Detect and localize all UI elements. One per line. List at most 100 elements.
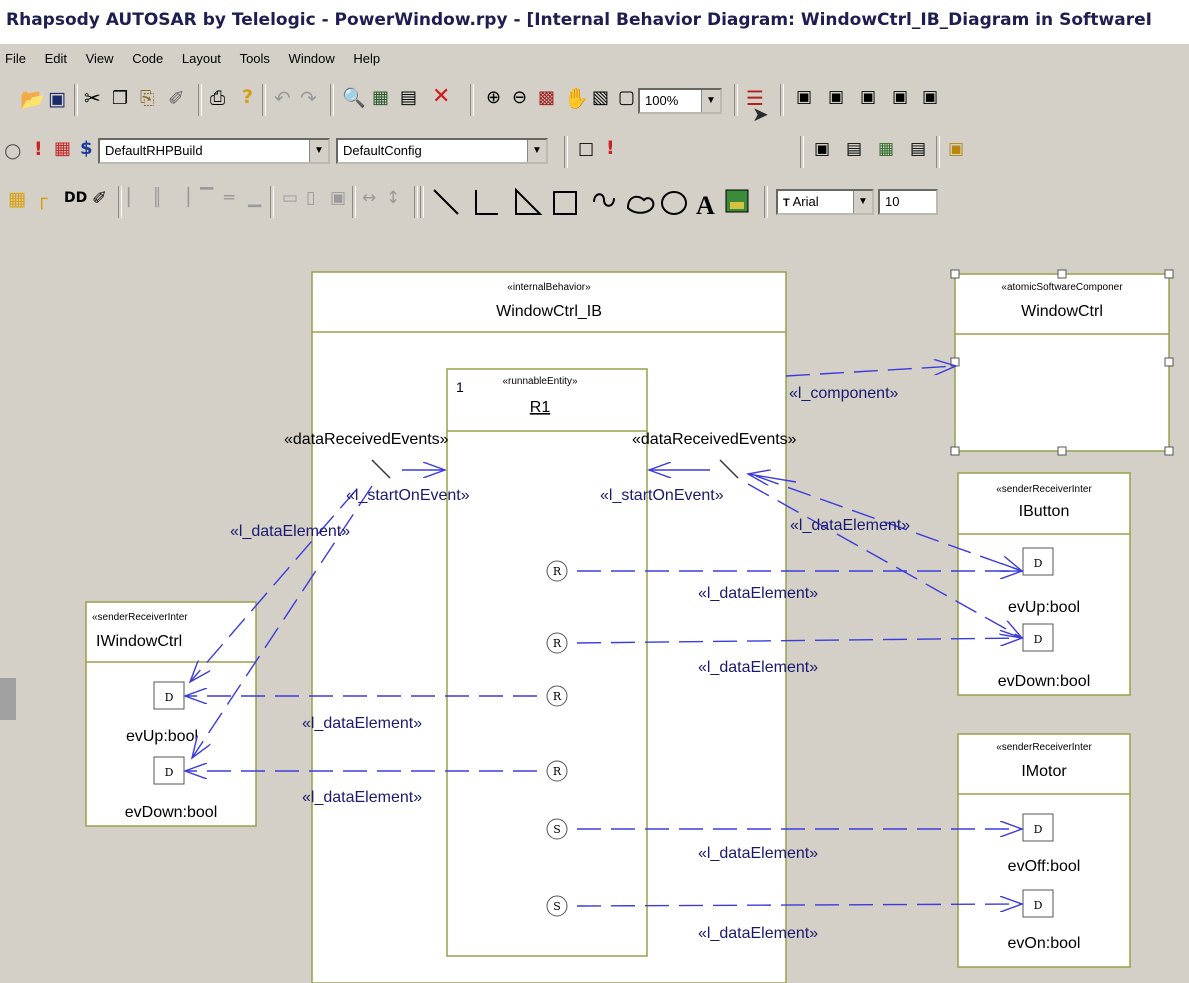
window-icon[interactable]: ▣ xyxy=(948,141,964,158)
chevron-down-icon[interactable]: ▼ xyxy=(527,140,546,162)
ibutton-element-evdown: evDown:bool xyxy=(998,673,1091,690)
save-icon[interactable]: ▣ xyxy=(48,90,66,109)
iwindowctrl-element-evup: evUp:bool xyxy=(126,728,198,745)
toolbar-separator xyxy=(734,84,738,116)
diagram-view-1-icon[interactable]: ▣ xyxy=(796,89,812,106)
stop-icon[interactable]: ○ xyxy=(4,140,21,160)
diagram-canvas[interactable]: «internalBehavior» WindowCtrl_IB 1 «runn… xyxy=(20,226,1189,983)
output-icon[interactable]: ▤ xyxy=(910,141,926,158)
build-icon[interactable]: ! xyxy=(34,140,43,159)
interface-ibutton[interactable]: «senderReceiverInter IButton D evUp:bool… xyxy=(957,472,1131,696)
toolbar-separator xyxy=(352,186,356,218)
menu-bar: File Edit View Code Layout Tools Window … xyxy=(0,44,1189,74)
overview-icon[interactable]: ▢ xyxy=(618,89,635,107)
space-vertical-icon[interactable]: ↕ xyxy=(386,190,400,207)
space-horizontal-icon[interactable]: ↔ xyxy=(362,190,376,207)
diagram-view-5-icon[interactable]: ▣ xyxy=(922,89,938,106)
diagram-view-2-icon[interactable]: ▣ xyxy=(828,89,844,106)
rectangle-tool-icon[interactable] xyxy=(553,191,577,215)
menu-tools[interactable]: Tools xyxy=(240,44,270,74)
same-width-icon[interactable]: ▭ xyxy=(282,190,298,207)
browser-icon[interactable]: ▤ xyxy=(400,89,417,107)
zoom-area-icon[interactable]: ▧ xyxy=(592,89,609,107)
chevron-down-icon[interactable]: ▼ xyxy=(853,191,872,213)
data-element-label: «l_dataElement» xyxy=(698,925,818,942)
toolbar-separator xyxy=(262,84,266,116)
menu-help[interactable]: Help xyxy=(353,44,380,74)
runnable-r1[interactable]: 1 «runnableEntity» R1 xyxy=(446,368,648,957)
features-icon[interactable]: ▣ xyxy=(814,141,830,158)
zoom-fit-icon[interactable]: ▩ xyxy=(538,89,555,107)
animation-icon[interactable]: □ xyxy=(578,141,594,158)
attribute-icon[interactable]: DD xyxy=(64,191,87,205)
port-letter-s: S xyxy=(553,823,561,836)
menu-window[interactable]: Window xyxy=(289,44,335,74)
menu-file[interactable]: File xyxy=(5,44,26,74)
align-left-icon[interactable]: ▏ xyxy=(128,190,141,207)
delete-icon[interactable]: ✕ xyxy=(432,86,450,108)
boundary-icon[interactable]: ┌ xyxy=(36,190,47,209)
generate-make-icon[interactable]: ▦ xyxy=(54,140,71,158)
imotor-element-evon: evOn:bool xyxy=(1008,935,1081,952)
align-middle-icon[interactable]: ═ xyxy=(224,190,234,207)
font-size-select[interactable]: 10 xyxy=(878,189,938,215)
open-folder-icon[interactable]: 📂 xyxy=(20,89,45,109)
diagram-view-4-icon[interactable]: ▣ xyxy=(892,89,908,106)
line-tool-icon[interactable] xyxy=(433,189,459,215)
internal-behavior-stereotype: «internalBehavior» xyxy=(507,282,591,293)
menu-layout[interactable]: Layout xyxy=(182,44,221,74)
align-top-icon[interactable]: ▔ xyxy=(200,190,213,207)
zoom-value: 100% xyxy=(645,93,679,108)
iwindowctrl-stereotype: «senderReceiverInter xyxy=(92,612,188,623)
link-icon[interactable]: ✐ xyxy=(92,190,107,208)
print-icon[interactable]: ⎙ xyxy=(210,89,225,108)
diagram-view-3-icon[interactable]: ▣ xyxy=(860,89,876,106)
same-size-icon[interactable]: ▣ xyxy=(330,190,346,207)
paste-icon[interactable]: ⎘ xyxy=(140,90,154,108)
menu-edit[interactable]: Edit xyxy=(45,44,67,74)
component-windowctrl[interactable]: «atomicSoftwareComponer WindowCtrl xyxy=(950,269,1174,456)
component-link[interactable] xyxy=(785,366,956,377)
align-right-icon[interactable]: ▕ xyxy=(176,190,189,207)
chevron-down-icon[interactable]: ▼ xyxy=(701,90,720,112)
breakpoint-icon[interactable]: ! xyxy=(606,139,615,158)
cut-icon[interactable]: ✂ xyxy=(84,88,101,108)
config-select[interactable]: DefaultConfig ▼ xyxy=(336,138,548,164)
toolbar-separator xyxy=(936,136,940,168)
undo-icon[interactable]: ↶ xyxy=(274,88,291,108)
redo-icon[interactable]: ↷ xyxy=(300,88,317,108)
curve-tool-icon[interactable] xyxy=(593,193,615,207)
polyline-tool-icon[interactable] xyxy=(475,190,498,215)
zoom-in-icon[interactable]: ⊕ xyxy=(486,89,501,107)
format-painter-icon[interactable]: ✐ xyxy=(168,88,185,108)
pan-hand-icon[interactable]: ✋ xyxy=(564,88,589,108)
left-gutter xyxy=(0,226,21,983)
select-box-icon[interactable]: ▦ xyxy=(8,190,26,209)
build-config-select[interactable]: DefaultRHPBuild ▼ xyxy=(98,138,330,164)
text-tool-icon[interactable]: A xyxy=(696,191,715,220)
align-center-icon[interactable]: ║ xyxy=(152,190,162,207)
properties-icon[interactable]: ▤ xyxy=(846,141,862,158)
triangle-tool-icon[interactable] xyxy=(515,187,543,215)
font-name-select[interactable]: T Arial ▼ xyxy=(776,189,874,215)
gutter-tab[interactable] xyxy=(0,678,16,720)
chevron-down-icon[interactable]: ▼ xyxy=(309,140,328,162)
copy-icon[interactable]: ❐ xyxy=(112,90,128,108)
same-height-icon[interactable]: ▯ xyxy=(306,190,315,207)
tree-icon[interactable]: ▦ xyxy=(878,141,894,158)
freeform-tool-icon[interactable] xyxy=(626,195,655,214)
data-element-label: «l_dataElement» xyxy=(698,585,818,602)
menu-view[interactable]: View xyxy=(86,44,114,74)
zoom-combo[interactable]: 100% ▼ xyxy=(638,88,722,114)
run-icon[interactable]: $ xyxy=(80,140,93,158)
toolbar-separator xyxy=(330,84,334,116)
find-icon[interactable]: 🔍 xyxy=(342,89,366,108)
menu-code[interactable]: Code xyxy=(132,44,163,74)
locate-icon[interactable]: ▦ xyxy=(372,89,389,107)
ellipse-tool-icon[interactable] xyxy=(661,191,687,215)
zoom-out-icon[interactable]: ⊖ xyxy=(512,89,527,107)
align-bottom-icon[interactable]: ▁ xyxy=(248,190,261,207)
interface-imotor[interactable]: «senderReceiverInter IMotor D evOff:bool… xyxy=(957,733,1131,968)
data-element-label: «l_dataElement» xyxy=(230,523,350,540)
help-icon[interactable]: ? xyxy=(242,88,253,107)
